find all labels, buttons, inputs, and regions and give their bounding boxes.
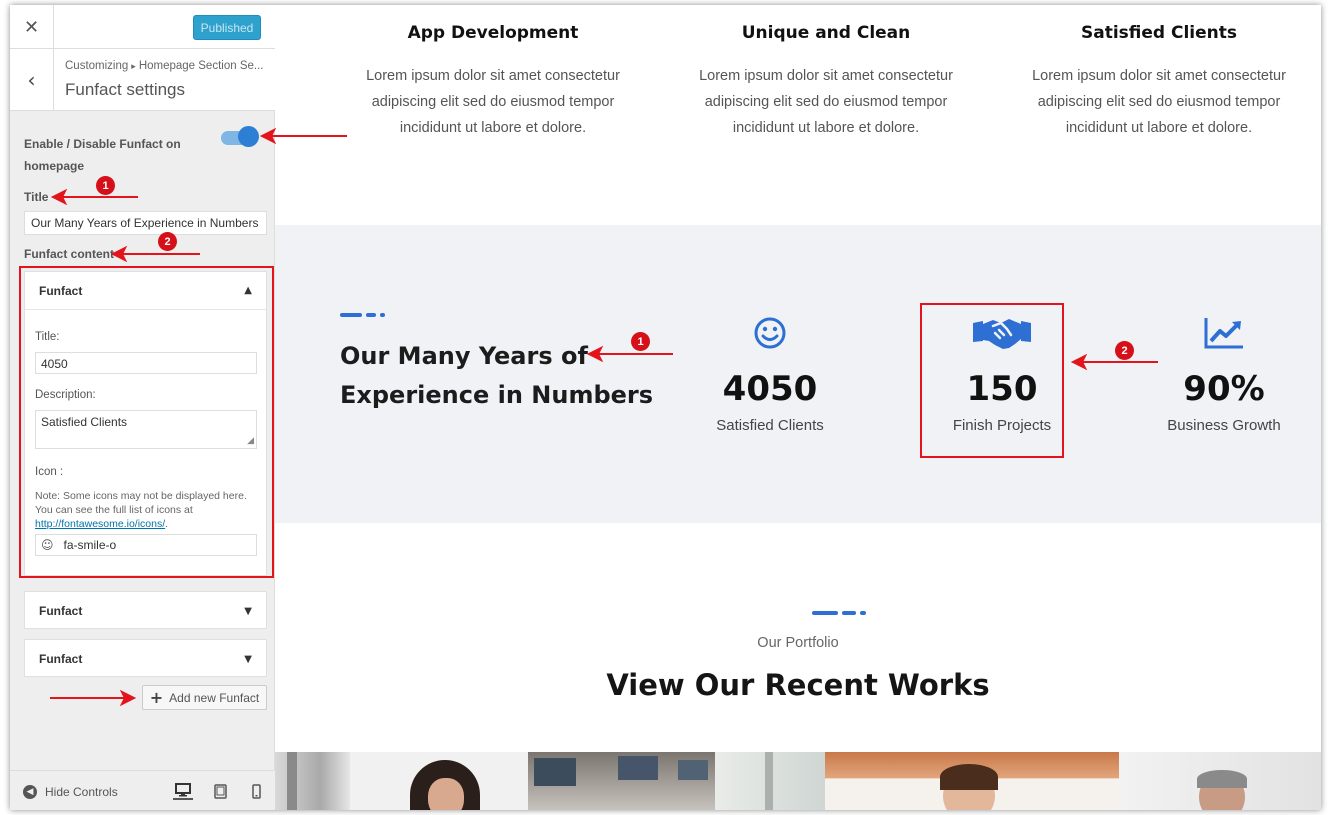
smile-icon [690,313,850,353]
photo-detail [940,764,998,790]
portfolio-title: View Our Recent Works [606,668,990,702]
caret-down-icon[interactable]: ▼ [244,606,252,617]
breadcrumb-parent: Homepage Section Se... [138,60,264,72]
enable-funfact-label: Enable / Disable Funfact on homepage [24,137,181,173]
sidebar-footer: ◀ Hide Controls [10,770,275,810]
portfolio-image[interactable] [825,752,1119,810]
tablet-preview-icon[interactable] [210,782,230,800]
funfact-heading-line1: Our Many Years of [340,342,588,370]
portfolio-gallery [275,752,1321,810]
back-arrow-icon[interactable]: ‹ [10,49,54,111]
stat-number: 90% [1183,369,1265,409]
breadcrumb: Customizing ▸ Homepage Section Se... [65,60,270,72]
service-title: Satisfied Clients [1080,23,1237,43]
desktop-preview-icon[interactable] [173,782,193,800]
service-text: Lorem ipsum dolor sit amet consectetur a… [699,68,953,136]
breadcrumb-separator: ▸ [131,61,136,71]
photo-detail [1197,770,1247,788]
add-funfact-label: Add new Funfact [169,690,260,705]
dash-2 [842,611,856,615]
add-funfact-button[interactable]: + Add new Funfact [142,685,267,710]
service-title: Unique and Clean [741,23,911,43]
photo-detail [428,778,464,810]
dash-1 [340,313,362,317]
funfact-section: Our Many Years of Experience in Numbers … [275,225,1321,523]
photo-detail [618,756,658,780]
service-text: Lorem ipsum dolor sit amet consectetur a… [1032,68,1286,136]
portfolio-image[interactable] [350,752,528,810]
stat-caption: Satisfied Clients [716,417,824,434]
hide-controls-button[interactable]: ◀ Hide Controls [23,785,118,799]
funfact-heading: Our Many Years of Experience in Numbers [340,337,670,415]
annotation-badge-2: 2 [1115,341,1134,360]
site-preview: App Development Lorem ipsum dolor sit am… [275,5,1321,810]
plus-icon: + [149,688,164,707]
portfolio-image[interactable] [1119,752,1321,810]
breadcrumb-root: Customizing [65,60,129,72]
portfolio-image[interactable] [528,752,715,810]
dash-3 [860,611,866,615]
toggle-knob [238,126,259,147]
service-satisfied-clients: Satisfied Clients Lorem ipsum dolor sit … [1019,23,1299,141]
heading-dash-decoration [340,313,385,317]
customizer-window: ✕ Published ‹ Customizing ▸ Homepage Secti… [10,5,1321,810]
dash-1 [812,611,838,615]
funfact-item-3-header[interactable]: Funfact ▼ [25,640,266,678]
section-title: Funfact settings [65,80,186,99]
stat-business-growth: 90% Business Growth [1144,313,1304,434]
mobile-preview-icon[interactable] [246,782,266,800]
funfact-item-3[interactable]: Funfact ▼ [24,639,267,677]
hide-controls-label: Hide Controls [45,785,118,799]
photo-detail [287,752,297,810]
funfact-item-3-title: Funfact [39,652,83,666]
service-app-development: App Development Lorem ipsum dolor sit am… [353,23,633,141]
dash-2 [366,313,376,317]
service-unique-clean: Unique and Clean Lorem ipsum dolor sit a… [686,23,966,141]
photo-detail [678,760,708,780]
funfact-heading-line2: Experience in Numbers [340,381,654,409]
sidebar-topbar: ✕ Published [10,5,275,49]
photo-detail [534,758,576,786]
portfolio-image[interactable] [275,752,350,810]
title-input[interactable]: Our Many Years of Experience in Numbers [24,211,267,235]
close-icon[interactable]: ✕ [10,5,54,49]
enable-funfact-toggle[interactable] [221,126,259,147]
funfact-item-2-header[interactable]: Funfact ▼ [25,592,266,630]
funfact-content-label: Funfact content [24,247,114,261]
annotation-badge-1: 1 [96,176,115,195]
photo-detail [765,752,773,810]
portfolio-image[interactable] [715,752,825,810]
service-text: Lorem ipsum dolor sit amet consectetur a… [366,68,620,136]
annotation-box-handshake-stat [920,303,1064,458]
funfact-item-2[interactable]: Funfact ▼ [24,591,267,629]
annotation-badge-1: 1 [631,332,650,351]
stat-caption: Business Growth [1167,417,1281,434]
chart-line-icon [1144,313,1304,353]
annotation-box-funfact-item [19,266,274,578]
annotation-badge-2: 2 [158,232,177,251]
dash-3 [380,313,385,317]
title-label: Title [24,190,49,204]
portfolio-subtitle: Our Portfolio [757,635,839,651]
funfact-item-2-title: Funfact [39,604,83,618]
stat-number: 4050 [722,369,818,409]
stat-satisfied-clients: 4050 Satisfied Clients [690,313,850,434]
caret-down-icon[interactable]: ▼ [244,654,252,665]
portfolio-dash-decoration [812,611,866,615]
collapse-icon: ◀ [23,785,37,799]
service-title: App Development [407,23,579,43]
section-header: ‹ Customizing ▸ Homepage Section Se... Fun… [10,49,275,111]
publish-button[interactable]: Published [193,15,261,40]
